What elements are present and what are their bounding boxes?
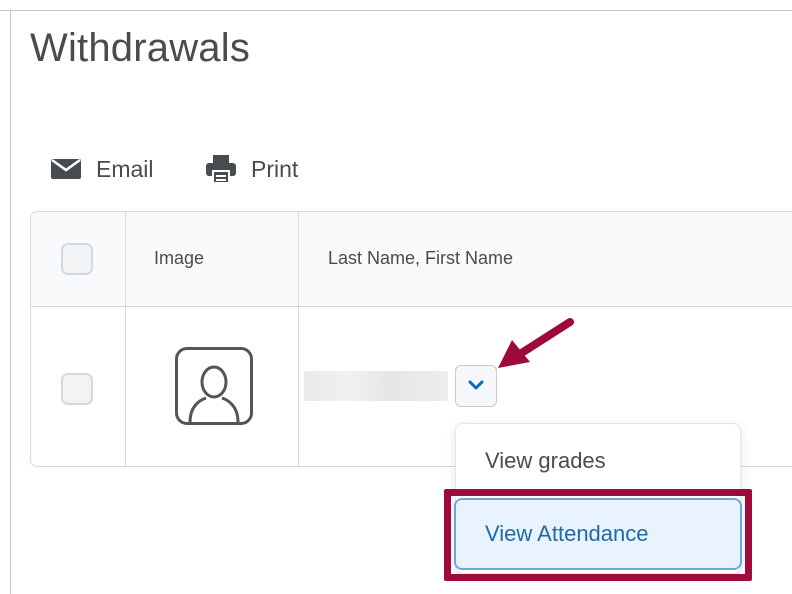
print-button[interactable]: Print — [205, 150, 298, 188]
column-divider — [298, 212, 299, 466]
student-name-redacted[interactable] — [304, 371, 448, 401]
column-header-image: Image — [154, 248, 205, 268]
column-header-name[interactable]: Last Name, First Name — [328, 248, 513, 269]
context-menu: View grades View Attendance — [454, 423, 742, 574]
email-button[interactable]: Email — [50, 150, 154, 188]
select-all-checkbox[interactable] — [61, 243, 93, 275]
menu-item-view-attendance[interactable]: View Attendance — [454, 498, 742, 570]
envelope-icon — [50, 158, 82, 180]
row-select-checkbox[interactable] — [61, 373, 93, 405]
frame-left-border — [10, 10, 11, 594]
user-placeholder-icon — [175, 347, 253, 425]
menu-item-view-grades[interactable]: View grades — [456, 448, 740, 474]
frame-top-border — [0, 10, 792, 11]
email-label: Email — [96, 155, 154, 182]
annotation-arrow-icon — [498, 318, 574, 368]
chevron-down-icon — [468, 377, 484, 395]
page-title: Withdrawals — [30, 26, 251, 70]
column-divider — [125, 212, 126, 466]
print-label: Print — [251, 155, 299, 182]
printer-icon — [205, 154, 237, 184]
